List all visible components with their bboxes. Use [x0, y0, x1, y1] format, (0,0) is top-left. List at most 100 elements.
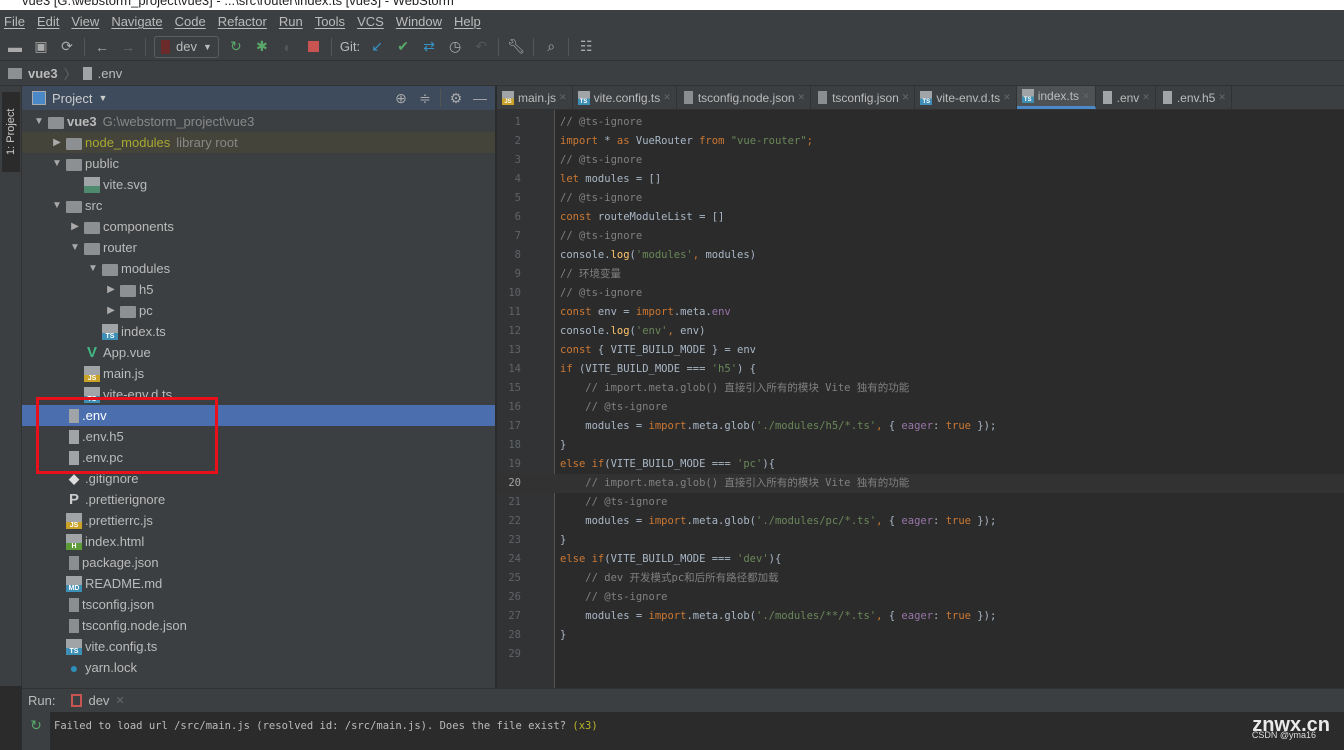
code-line[interactable]: 12 console.log('env', env): [497, 322, 1344, 341]
tree-item-README-md[interactable]: MD README.md: [22, 573, 495, 594]
collapsed-arrow-icon[interactable]: ▶: [48, 137, 66, 148]
breadcrumb-item-env[interactable]: .env: [98, 66, 123, 81]
tree-item-h5[interactable]: ▶ h5: [22, 279, 495, 300]
tree-item-index-html[interactable]: Hindex.html: [22, 531, 495, 552]
wrench-icon[interactable]: 🔧︎: [507, 38, 525, 56]
tree-item-router[interactable]: ▼ router: [22, 237, 495, 258]
collapsed-arrow-icon[interactable]: ▶: [66, 221, 84, 232]
close-icon[interactable]: ✕: [1003, 92, 1011, 103]
open-folder-icon[interactable]: ▬: [6, 38, 24, 56]
menu-run[interactable]: Run: [279, 14, 303, 29]
tree-item-vite-config-ts[interactable]: TS vite.config.ts: [22, 636, 495, 657]
history-icon[interactable]: ◷: [446, 38, 464, 56]
git-update-icon[interactable]: ↙: [368, 38, 386, 56]
stop-icon[interactable]: [305, 38, 323, 56]
menu-vcs[interactable]: VCS: [357, 14, 384, 29]
code-line[interactable]: 22 modules = import.meta.glob('./modules…: [497, 512, 1344, 531]
collapse-all-icon[interactable]: ≑: [416, 89, 434, 107]
code-line[interactable]: 28}: [497, 626, 1344, 645]
locate-icon[interactable]: ⊕: [392, 89, 410, 107]
tree-item-prettierignore[interactable]: P .prettierignore: [22, 489, 495, 510]
tree-item-node-modules[interactable]: ▶ node_modules library root: [22, 132, 495, 153]
git-push-icon[interactable]: ⇄: [420, 38, 438, 56]
code-line[interactable]: 29: [497, 645, 1344, 664]
coverage-icon[interactable]: ◐: [279, 38, 297, 56]
code-line[interactable]: 24 else if(VITE_BUILD_MODE === 'dev'){: [497, 550, 1344, 569]
collapsed-arrow-icon[interactable]: ▶: [102, 305, 120, 316]
tab-tsconfig-json[interactable]: tsconfig.json ✕: [811, 86, 916, 109]
back-icon[interactable]: ←: [93, 38, 111, 56]
code-line[interactable]: 15 // import.meta.glob() 直接引入所有的模块 Vite …: [497, 379, 1344, 398]
code-line[interactable]: 25 // dev 开发模式pc和后所有路径都加载: [497, 569, 1344, 588]
menu-tools[interactable]: Tools: [315, 14, 345, 29]
code-line[interactable]: 19 else if(VITE_BUILD_MODE === 'pc'){: [497, 455, 1344, 474]
minimize-icon[interactable]: —: [471, 89, 489, 107]
expanded-arrow-icon[interactable]: ▼: [84, 263, 102, 274]
tree-item-vite-svg[interactable]: vite.svg: [22, 174, 495, 195]
menu-view[interactable]: View: [71, 14, 99, 29]
tree-item-src[interactable]: ▼ src: [22, 195, 495, 216]
close-icon[interactable]: ✕: [1142, 92, 1150, 103]
code-line[interactable]: 2 import * as VueRouter from "vue-router"…: [497, 132, 1344, 151]
tree-item-main-js[interactable]: JS main.js: [22, 363, 495, 384]
expanded-arrow-icon[interactable]: ▼: [66, 242, 84, 253]
tree-item-modules[interactable]: ▼ modules: [22, 258, 495, 279]
tab-vite-env-d-ts[interactable]: TS vite-env.d.ts ✕: [915, 86, 1017, 109]
code-line[interactable]: 7 // @ts-ignore: [497, 227, 1344, 246]
tree-item-yarn-lock[interactable]: ● yarn.lock: [22, 657, 495, 678]
close-icon[interactable]: ✕: [1082, 91, 1090, 102]
structure-icon[interactable]: ☷: [577, 38, 595, 56]
revert-icon[interactable]: ↶: [472, 38, 490, 56]
search-icon[interactable]: ⌕: [542, 38, 560, 56]
expanded-arrow-icon[interactable]: ▼: [48, 158, 66, 169]
tree-item-App-vue[interactable]: V App.vue: [22, 342, 495, 363]
menu-edit[interactable]: Edit: [37, 14, 59, 29]
collapsed-arrow-icon[interactable]: ▶: [102, 284, 120, 295]
code-line[interactable]: 3 // @ts-ignore: [497, 151, 1344, 170]
code-line[interactable]: 10 // @ts-ignore: [497, 284, 1344, 303]
run-config-dropdown[interactable]: dev ▼: [154, 35, 219, 58]
code-line[interactable]: 13 const { VITE_BUILD_MODE } = env: [497, 341, 1344, 360]
code-editor[interactable]: 1 // @ts-ignore 2 import * as VueRouter fro…: [497, 110, 1344, 688]
tab-vite-config-ts[interactable]: TS vite.config.ts ✕: [573, 86, 677, 109]
tree-item-package-json[interactable]: package.json: [22, 552, 495, 573]
save-icon[interactable]: ▣: [32, 38, 50, 56]
tab-tsconfig-node-json[interactable]: tsconfig.node.json ✕: [677, 86, 812, 109]
git-commit-icon[interactable]: ✔: [394, 38, 412, 56]
menu-refactor[interactable]: Refactor: [218, 14, 267, 29]
close-icon[interactable]: ✕: [663, 92, 671, 103]
project-view-selector[interactable]: Project: [52, 91, 92, 106]
tree-item-prettierrc-js[interactable]: JS .prettierrc.js: [22, 510, 495, 531]
close-icon[interactable]: ✕: [798, 92, 806, 103]
code-line[interactable]: 1 // @ts-ignore: [497, 113, 1344, 132]
code-line[interactable]: 9 // 环境变量: [497, 265, 1344, 284]
tab-index-ts[interactable]: TS index.ts ✕: [1016, 86, 1096, 109]
code-line[interactable]: 16 // @ts-ignore: [497, 398, 1344, 417]
code-line[interactable]: 17 modules = import.meta.glob('./modules…: [497, 417, 1344, 436]
code-line[interactable]: 27 modules = import.meta.glob('./modules…: [497, 607, 1344, 626]
close-icon[interactable]: ✕: [902, 92, 910, 103]
code-line[interactable]: 8 console.log('modules', modules): [497, 246, 1344, 265]
menu-window[interactable]: Window: [396, 14, 442, 29]
breadcrumb-item-vue3[interactable]: vue3: [28, 66, 58, 81]
close-icon[interactable]: ✕: [559, 92, 567, 103]
chevron-down-icon[interactable]: ▼: [98, 93, 107, 103]
tree-item-tsconfig-node-json[interactable]: tsconfig.node.json: [22, 615, 495, 636]
debug-icon[interactable]: ✱: [253, 38, 271, 56]
code-line[interactable]: 21 // @ts-ignore: [497, 493, 1344, 512]
expanded-arrow-icon[interactable]: ▼: [48, 200, 66, 211]
code-line[interactable]: 14 if (VITE_BUILD_MODE === 'h5') {: [497, 360, 1344, 379]
close-icon[interactable]: ✕: [115, 694, 124, 707]
tab-main-js[interactable]: JS main.js ✕: [497, 86, 573, 109]
tree-item-pc[interactable]: ▶ pc: [22, 300, 495, 321]
menu-help[interactable]: Help: [454, 14, 481, 29]
rerun-icon[interactable]: ↻: [27, 716, 45, 734]
menu-navigate[interactable]: Navigate: [111, 14, 162, 29]
menu-code[interactable]: Code: [175, 14, 206, 29]
rerun-icon[interactable]: ↻: [227, 38, 245, 56]
tree-item-components[interactable]: ▶ components: [22, 216, 495, 237]
expanded-arrow-icon[interactable]: ▼: [30, 116, 48, 127]
tab-env-h5[interactable]: .env.h5 ✕: [1156, 86, 1232, 109]
run-console[interactable]: ↻ Failed to load url /src/main.js (resol…: [22, 712, 1344, 750]
code-line[interactable]: 4 let modules = []: [497, 170, 1344, 189]
